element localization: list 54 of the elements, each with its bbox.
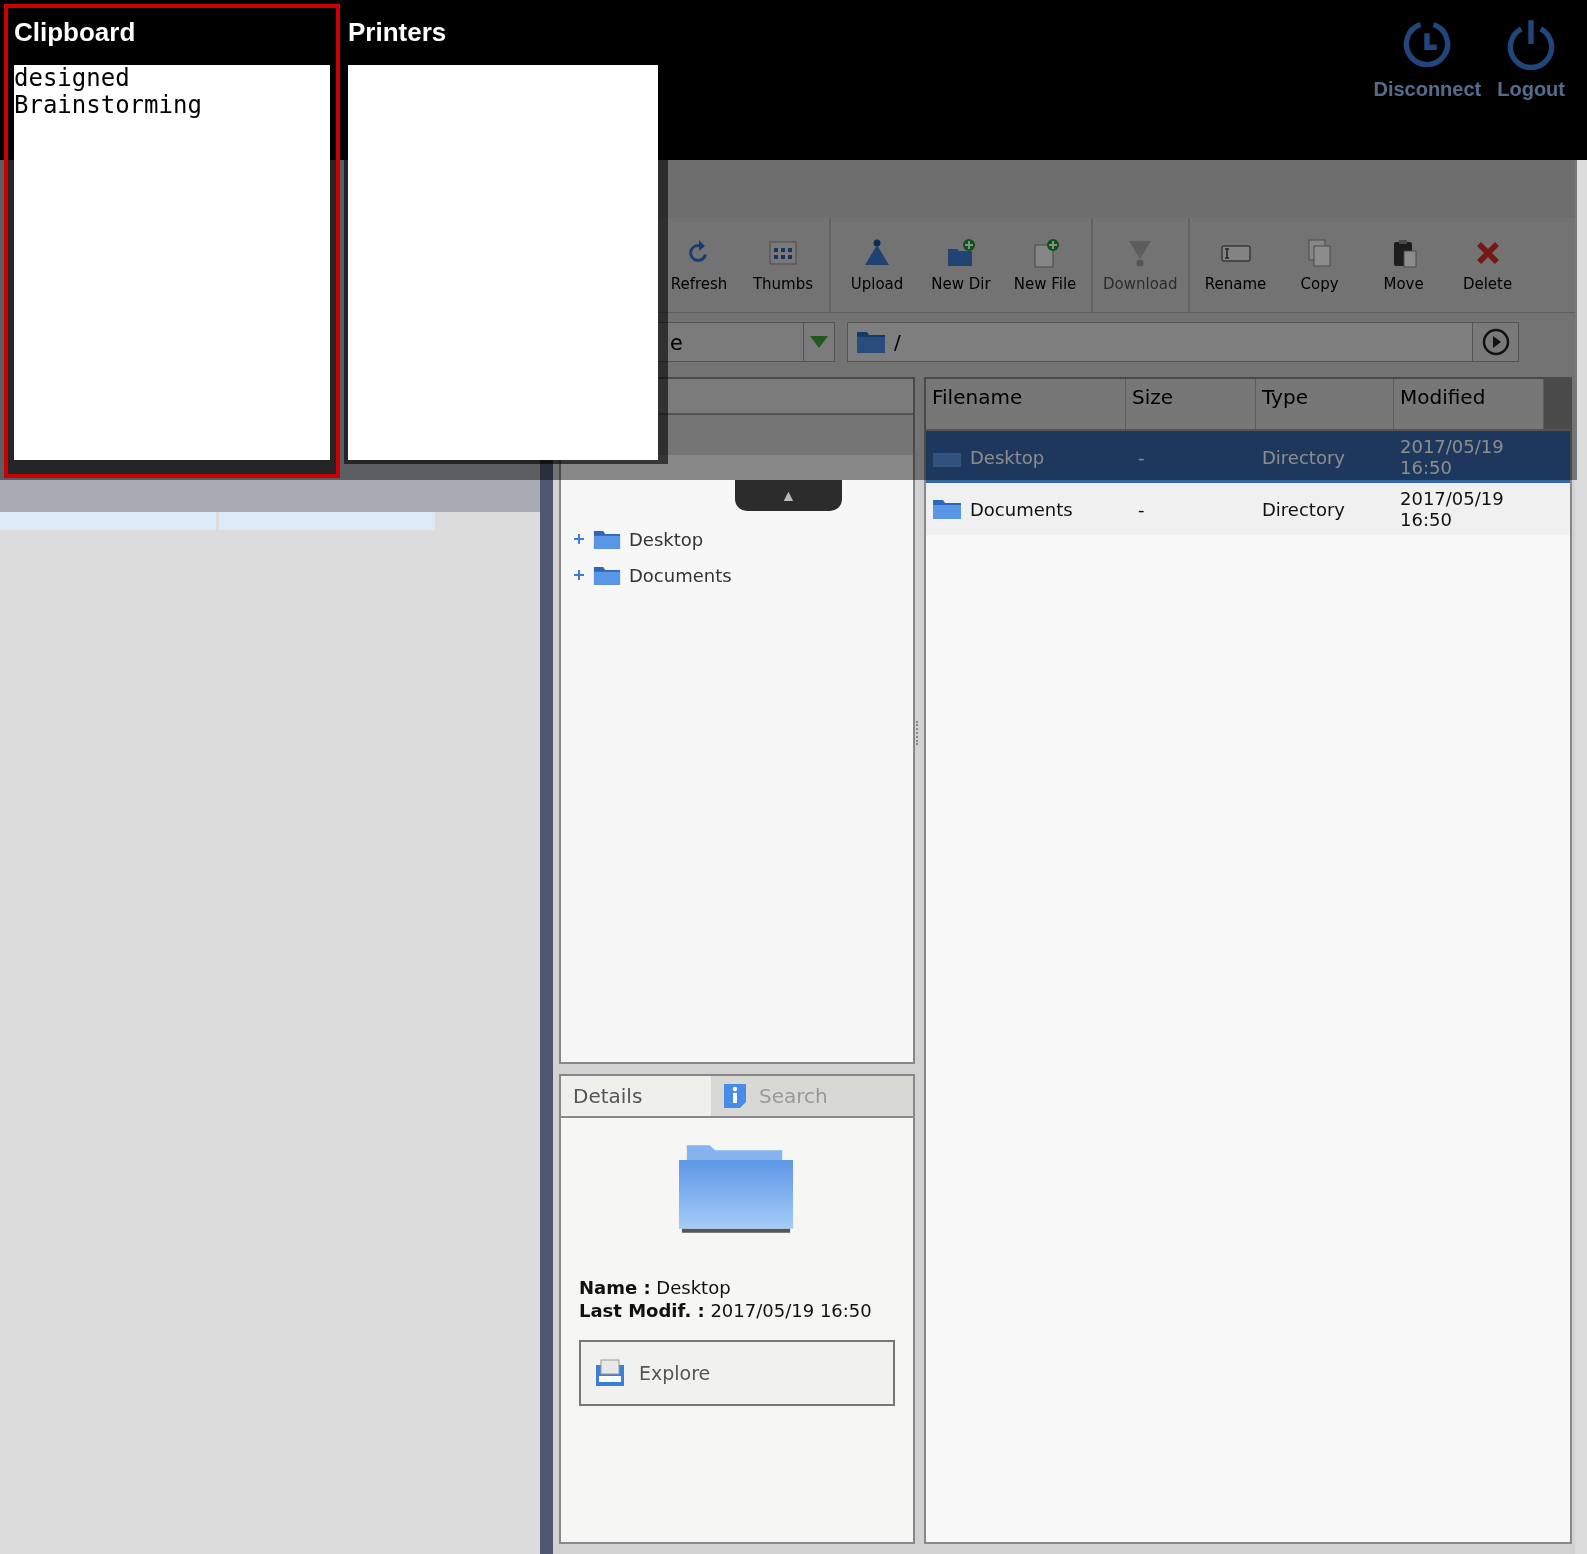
table-cell-text: - [1137,498,1146,520]
dropdown-arrow-icon [809,335,829,349]
info-icon [723,1083,747,1109]
column-header[interactable]: Filename [926,379,1126,429]
toolbar-button[interactable]: New File [1005,233,1085,297]
folder-icon [593,564,621,586]
table-cell-text: Directory [1261,446,1346,468]
header-button[interactable]: Logout [1497,18,1565,101]
text-area[interactable]: designed Brainstorming [14,65,330,460]
toolbar-button[interactable]: New Dir [921,233,1001,297]
play-icon [1480,327,1511,357]
table-cell-text: 2017/05/19 16:50 [1399,436,1505,478]
table-cell-text: 2017/05/19 16:50 [1399,488,1505,530]
toolbar-button[interactable]: Copy [1279,233,1360,297]
tree-item[interactable]: Desktop [561,521,913,557]
overlay-panel[interactable]: Clipboard designed Brainstorming [4,4,340,478]
path-field[interactable]: / [847,322,1519,362]
toolbar-button[interactable]: Thumbs [743,233,823,297]
detail-text: Name : Desktop [579,1276,732,1299]
new-folder-icon [945,237,977,269]
panel-title: Printers [348,16,448,49]
table-cell-text: - [1137,446,1146,468]
tree-label: Documents [629,564,732,586]
header-button[interactable]: Disconnect [1373,18,1482,101]
folder-icon [593,528,621,550]
tab[interactable]: Details [561,1076,711,1116]
toolbar-button[interactable]: Delete [1447,233,1528,297]
explore-button[interactable]: Explore [579,1340,895,1406]
toolbar-button[interactable]: Rename [1195,233,1276,297]
text-line: designed [14,65,131,92]
go-button[interactable] [1472,323,1518,361]
drawer-handle[interactable]: ▲ [735,480,842,511]
explore-icon [595,1359,625,1387]
folder-icon [932,498,962,520]
table-cell: Documents [970,498,1073,520]
plus-icon[interactable] [573,569,585,581]
column-header[interactable]: Type [1256,379,1394,429]
table-cell: Desktop [970,446,1045,468]
file-row[interactable]: Desktop - Directory 2017/05/19 16:50 [926,431,1570,483]
folder-icon [678,1142,796,1236]
table-cell-text: Directory [1261,498,1346,520]
tree-item[interactable]: Documents [561,557,913,593]
folder-icon [856,330,886,354]
plus-icon[interactable] [573,533,585,545]
folder-icon [932,446,962,468]
column-header[interactable]: Size [1126,379,1256,429]
detail-text: Last Modif. : 2017/05/19 16:50 [579,1299,873,1322]
file-row[interactable]: Documents - Directory 2017/05/19 16:50 [926,483,1570,535]
toolbar-button[interactable]: Upload [837,233,917,297]
path-text: / [894,330,902,354]
toolbar-button[interactable]: Move [1363,233,1444,297]
text-line: Brainstorming [14,92,203,119]
panel-title: Clipboard [14,16,137,49]
tree-label: Desktop [629,528,704,550]
